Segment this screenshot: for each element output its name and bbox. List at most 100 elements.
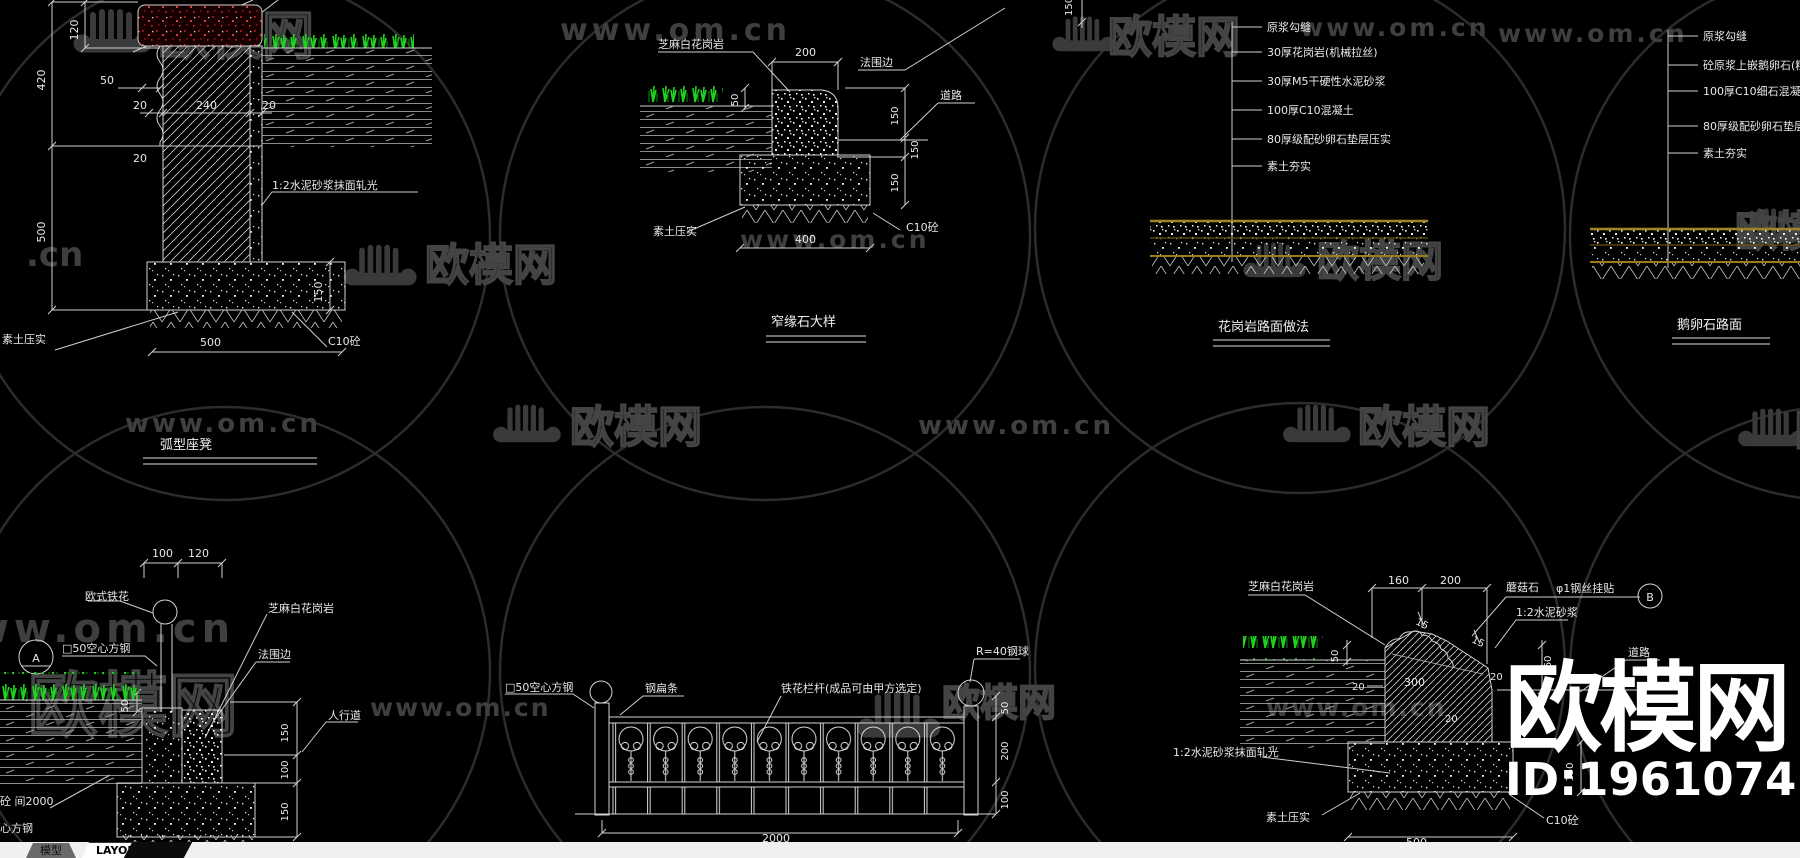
label-wire-mesh: φ1钢丝挂贴: [1556, 581, 1614, 595]
curb-title: 窄缘石大样: [771, 314, 836, 330]
layer-label: 砼原浆上嵌鹅卵石(粒径3: [1703, 58, 1800, 72]
layer-label: 30厚花岗岩(机械拉丝): [1267, 45, 1378, 59]
label-soil: 素土压实: [1266, 810, 1310, 824]
label-granite: 芝麻白花岗岩: [268, 601, 334, 615]
label-steel-cut: 心方钢: [0, 821, 33, 835]
label-mortar: 1:2水泥砂浆: [1516, 605, 1578, 619]
label-mortar-finish: 1:2水泥砂浆抹面轧光: [1173, 745, 1279, 759]
dim-20: 20: [133, 99, 147, 112]
dim-20: 20: [1490, 672, 1503, 683]
label-concrete: C10砼: [328, 335, 361, 348]
site-logo-id: ID:1961074: [1505, 753, 1796, 806]
bench-title: 弧型座凳: [160, 437, 212, 453]
soil-block: [262, 48, 432, 147]
subgrade-hatch: [742, 205, 868, 223]
layer-label: 原浆勾缝: [1703, 29, 1747, 43]
dim-150: 150: [280, 723, 291, 742]
foundation: [739, 154, 871, 206]
watermark-url: www.om.cn: [918, 411, 1114, 441]
label-soil: 素土压实: [2, 332, 46, 346]
dim-200: 200: [795, 46, 816, 59]
dim-500v: 500: [35, 222, 48, 243]
dim-100: 100: [280, 760, 291, 779]
dim-240: 240: [196, 99, 217, 112]
dim-500: 500: [200, 336, 221, 349]
layer-label: 30厚M5干硬性水泥砂浆: [1267, 74, 1386, 88]
dim-200: 200: [1000, 741, 1011, 760]
planting: [1243, 636, 1323, 660]
dim-200: 200: [1440, 574, 1461, 587]
watermark-brand: 欧模网: [570, 402, 702, 453]
label-road: 道路: [940, 88, 962, 102]
planting: [647, 82, 723, 106]
dim-20: 20: [133, 152, 147, 165]
layer-label: 素土夯实: [1703, 146, 1747, 160]
site-logo-brand: 欧模网: [1505, 652, 1787, 766]
layer-label: 素土夯实: [1267, 159, 1311, 173]
foundation: [1347, 741, 1514, 793]
dim-100: 100: [152, 547, 173, 560]
subgrade-hatch: [1350, 792, 1510, 810]
dim-50: 50: [120, 700, 131, 713]
label-steel-ball: R=40钢球: [976, 644, 1029, 658]
soil-block: [1240, 660, 1385, 748]
layout-tab-bar: 模型 LAYOUT1: [0, 842, 1800, 858]
curb-block: [141, 707, 183, 784]
dim-150: 150: [890, 106, 901, 125]
curb-stone: [771, 89, 839, 156]
layer-label: 100厚C10细石混凝土: [1703, 84, 1800, 98]
subgrade-hatch: [150, 310, 342, 328]
watermark-brand: 欧模网: [1358, 402, 1490, 453]
cobble-title: 鹅卵石路面: [1677, 317, 1742, 333]
dim-50: 50: [1000, 702, 1011, 715]
fence-lower-bars: [612, 787, 958, 814]
bench-wall: [162, 45, 251, 263]
dim-150: 150: [910, 140, 921, 159]
label-granite: 芝麻白花岗岩: [1248, 579, 1314, 593]
dim-20: 20: [1445, 714, 1458, 725]
planting: [0, 672, 140, 700]
dim-20: 20: [262, 99, 276, 112]
dim-50: 50: [730, 94, 741, 107]
watermark-url: www.om.cn: [125, 409, 321, 439]
dim-20: 20: [1352, 682, 1365, 693]
bench-seat: [137, 4, 263, 47]
label-soil: 素土压实: [653, 224, 697, 238]
dim-150: 150: [1064, 0, 1075, 16]
label-mortar-finish: 1:2水泥砂浆抹面轧光: [272, 178, 378, 192]
layer-label: 100厚C10混凝土: [1267, 103, 1354, 117]
dim-400: 400: [795, 233, 816, 246]
drawing-area: 欧模网 欧模网 欧模网 欧模网 欧模网 欧模网 欧模网 欧模网 欧模网 欧模网 …: [0, 0, 1800, 858]
tab-model[interactable]: 模型: [26, 843, 76, 858]
pavement-section: [1150, 219, 1428, 274]
tab-model-label: 模型: [40, 844, 62, 857]
dim-120: 120: [68, 20, 81, 41]
dim-50: 50: [1330, 650, 1341, 663]
foundation: [116, 782, 256, 838]
granite-title: 花岗岩路面做法: [1218, 319, 1309, 335]
dim-150: 150: [280, 802, 291, 821]
label-square-steel: □50空心方钢: [505, 680, 573, 694]
watermark-brand: 欧模网: [1108, 12, 1240, 63]
layer-label: 80厚级配砂卵石垫层压实: [1703, 119, 1800, 133]
label-concrete: C10砼: [906, 221, 939, 234]
dim-100: 100: [1000, 790, 1011, 809]
label-panel: 铁花栏杆(成品可由甲方选定): [781, 681, 922, 695]
label-mushroom-stone: 蘑菇石: [1506, 580, 1539, 594]
dim-50: 50: [100, 74, 114, 87]
section-marker-letter: A: [32, 652, 40, 665]
granite-facing: [249, 45, 263, 263]
pavement-section: [1590, 227, 1800, 279]
dim-160: 160: [1388, 574, 1409, 587]
label-concrete: C10砼: [1546, 814, 1579, 827]
watermark-brand: 欧模网: [425, 240, 557, 291]
fence-panels: [612, 723, 958, 782]
watermark-url: www.om.cn: [740, 225, 930, 254]
granite-block: [181, 709, 223, 784]
label-square-steel: □50空心方钢: [62, 641, 130, 655]
watermark-arc-over-tabbar: [123, 842, 193, 858]
layer-label: 80厚级配砂卵石垫层压实: [1267, 132, 1391, 146]
label-iron-flower: 欧式铁花: [85, 590, 129, 603]
cad-canvas: 欧模网 欧模网 欧模网 欧模网 欧模网 欧模网 欧模网 欧模网 欧模网 欧模网 …: [0, 0, 1800, 858]
layer-label: 原浆勾缝: [1267, 20, 1311, 34]
